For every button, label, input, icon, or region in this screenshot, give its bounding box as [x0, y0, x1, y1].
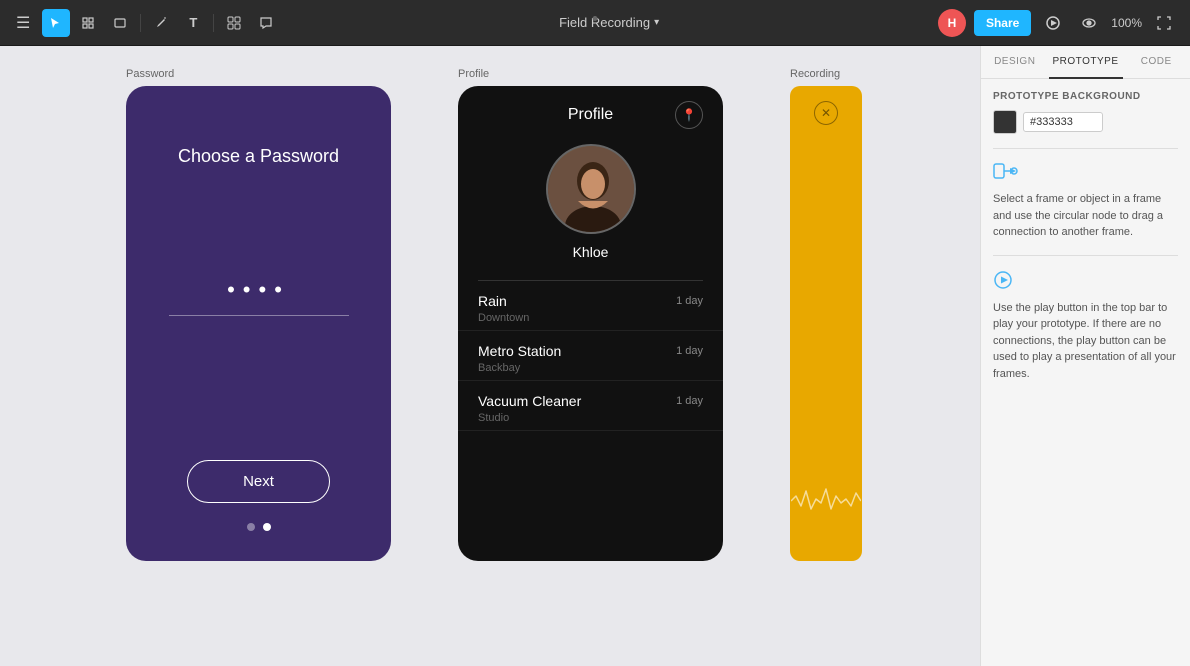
component-tool[interactable] — [220, 9, 248, 37]
waveform — [791, 461, 861, 546]
profile-frame-title: Profile — [568, 106, 613, 124]
pagination-dots — [247, 523, 271, 531]
track-location-rain: Downtown — [478, 312, 703, 324]
instruction-connection: Select a frame or object in a frame and … — [993, 159, 1178, 241]
track-vacuum[interactable]: Vacuum Cleaner 1 day Studio — [458, 381, 723, 431]
dot-2 — [263, 523, 271, 531]
notification-dot — [593, 16, 598, 21]
topbar: ☰ T — [0, 0, 1190, 46]
panel-divider-2 — [993, 255, 1178, 256]
password-dots: •••• — [227, 277, 290, 303]
frame-tool[interactable] — [74, 9, 102, 37]
recording-frame-label: Recording — [790, 68, 840, 80]
profile-frame: Profile 📍 Khloe — [458, 86, 723, 561]
toolbar-tools: T — [42, 9, 280, 37]
panel-tabs: Design Prototype Code — [981, 46, 1190, 79]
track-location-vacuum: Studio — [478, 412, 703, 424]
profile-avatar — [546, 144, 636, 234]
track-name-vacuum: Vacuum Cleaner — [478, 393, 581, 409]
tab-design[interactable]: Design — [981, 46, 1049, 78]
track-time-vacuum: 1 day — [676, 395, 703, 407]
preview-button[interactable] — [1075, 9, 1103, 37]
menu-icon[interactable]: ☰ — [12, 9, 34, 37]
password-underline — [169, 315, 349, 316]
tool-separator — [140, 14, 141, 32]
topbar-right: H Share 100% — [938, 9, 1178, 37]
profile-header: Profile 📍 — [458, 86, 723, 134]
zoom-level[interactable]: 100% — [1111, 16, 1142, 30]
profile-frame-label: Profile — [458, 68, 489, 80]
recording-frame: ✕ — [790, 86, 862, 561]
avatar-image — [548, 146, 634, 232]
tab-prototype[interactable]: Prototype — [1049, 46, 1123, 79]
play-button[interactable] — [1039, 9, 1067, 37]
instruction-play: Use the play button in the top bar to pl… — [993, 268, 1178, 383]
track-time-metro: 1 day — [676, 345, 703, 357]
track-rain[interactable]: Rain 1 day Downtown — [458, 281, 723, 331]
track-name-metro: Metro Station — [478, 343, 561, 359]
share-button[interactable]: Share — [974, 10, 1031, 36]
panel-divider-1 — [993, 148, 1178, 149]
dot-1 — [247, 523, 255, 531]
track-name-rain: Rain — [478, 293, 507, 309]
project-title[interactable]: Field Recording ▾ — [559, 15, 659, 30]
color-value-input[interactable] — [1023, 112, 1103, 132]
password-frame-title: Choose a Password — [178, 146, 339, 167]
text-tool[interactable]: T — [179, 9, 207, 37]
play-icon — [993, 268, 1025, 292]
connection-instruction-text: Select a frame or object in a frame and … — [993, 191, 1178, 241]
comment-tool[interactable] — [252, 9, 280, 37]
fullscreen-button[interactable] — [1150, 9, 1178, 37]
password-frame: Choose a Password •••• Next — [126, 86, 391, 561]
location-icon[interactable]: 📍 — [675, 101, 703, 129]
topbar-center: Field Recording ▾ — [288, 15, 930, 30]
rectangle-tool[interactable] — [106, 9, 134, 37]
track-location-metro: Backbay — [478, 362, 703, 374]
panel-content: Prototype Background — [981, 79, 1190, 666]
track-time-rain: 1 day — [676, 295, 703, 307]
next-button[interactable]: Next — [187, 460, 330, 503]
right-panel: Design Prototype Code Prototype Backgrou… — [980, 46, 1190, 666]
select-tool[interactable] — [42, 9, 70, 37]
profile-username: Khloe — [458, 244, 723, 260]
track-metro[interactable]: Metro Station 1 day Backbay — [458, 331, 723, 381]
main-area: Password Profile Recording Choose a Pass… — [0, 46, 1190, 666]
canvas[interactable]: Password Profile Recording Choose a Pass… — [0, 46, 980, 666]
tab-code[interactable]: Code — [1123, 46, 1190, 78]
color-swatch[interactable] — [993, 110, 1017, 134]
prototype-bg-label: Prototype Background — [993, 91, 1178, 102]
tool-separator-2 — [213, 14, 214, 32]
recording-close-button[interactable]: ✕ — [814, 101, 838, 125]
user-avatar[interactable]: H — [938, 9, 966, 37]
play-instruction-text: Use the play button in the top bar to pl… — [993, 300, 1178, 383]
pen-tool[interactable] — [147, 9, 175, 37]
color-input-row — [993, 110, 1178, 134]
password-frame-label: Password — [126, 68, 174, 80]
connection-icon — [993, 159, 1025, 183]
